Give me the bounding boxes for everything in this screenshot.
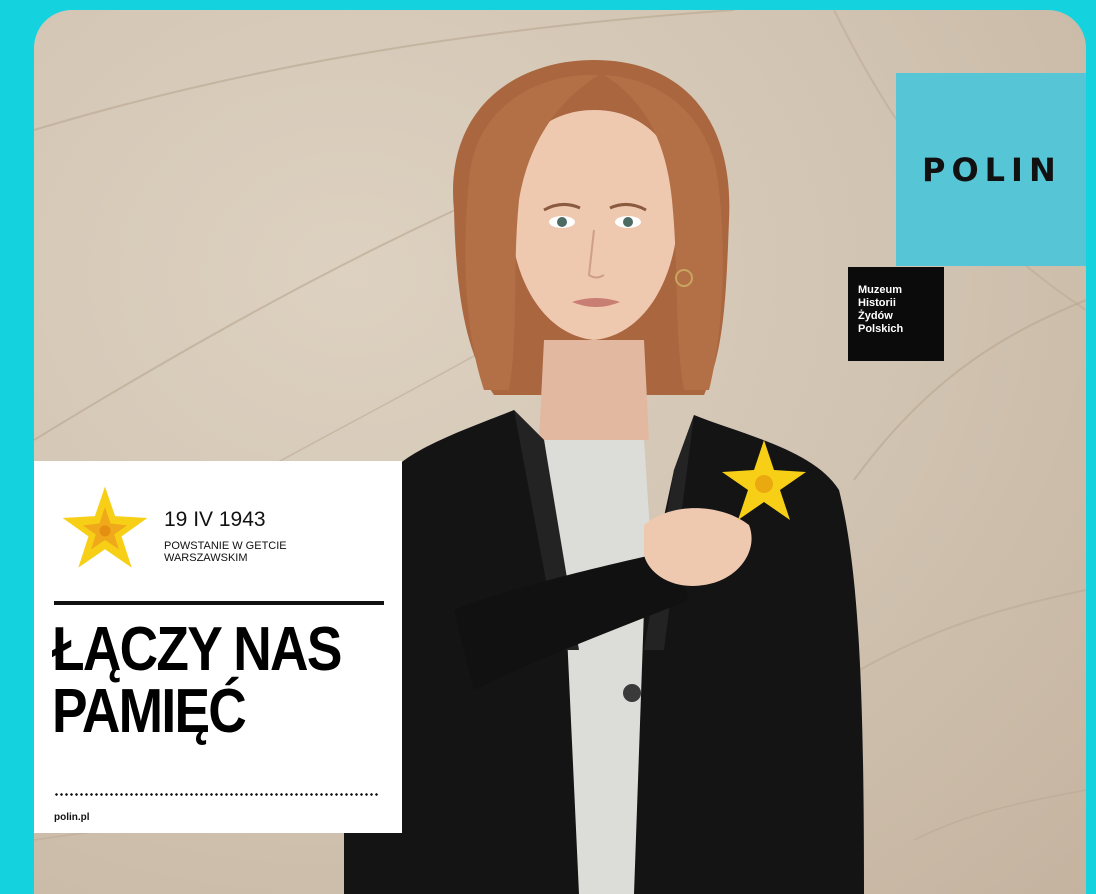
website-link[interactable]: polin.pl (54, 812, 90, 823)
poster-frame: POLIN Muzeum Historii Żydów Polskich 19 … (0, 0, 1096, 894)
headline-line: PAMIĘĆ (52, 677, 247, 746)
divider (54, 601, 384, 605)
headline: ŁĄCZY NAS PAMIĘĆ (52, 615, 342, 746)
museum-name-line: Żydów (858, 310, 893, 322)
museum-name-line: Polskich (858, 323, 904, 335)
uprising-line: WARSZAWSKIM (164, 552, 248, 564)
museum-name-line: Historii (858, 297, 896, 309)
headline-line: ŁĄCZY NAS (52, 615, 342, 684)
polin-logo-block: POLIN (896, 73, 1086, 266)
museum-name-block: Muzeum Historii Żydów Polskich (848, 267, 944, 361)
campaign-panel: 19 IV 1943 POWSTANIE W GETCIE WARSZAWSKI… (34, 461, 402, 833)
poster: POLIN Muzeum Historii Żydów Polskich 19 … (34, 10, 1086, 894)
portrait-illustration (344, 60, 864, 894)
museum-name: Muzeum Historii Żydów Polskich (858, 284, 903, 336)
daffodil-icon (62, 486, 148, 568)
museum-name-line: Muzeum (858, 284, 902, 296)
polin-logo: POLIN (922, 151, 1062, 189)
uprising-text: POWSTANIE W GETCIE WARSZAWSKIM (164, 540, 324, 564)
date-text: 19 IV 1943 (164, 508, 266, 531)
uprising-line: POWSTANIE W GETCIE (164, 540, 287, 552)
dotted-divider (54, 793, 380, 796)
